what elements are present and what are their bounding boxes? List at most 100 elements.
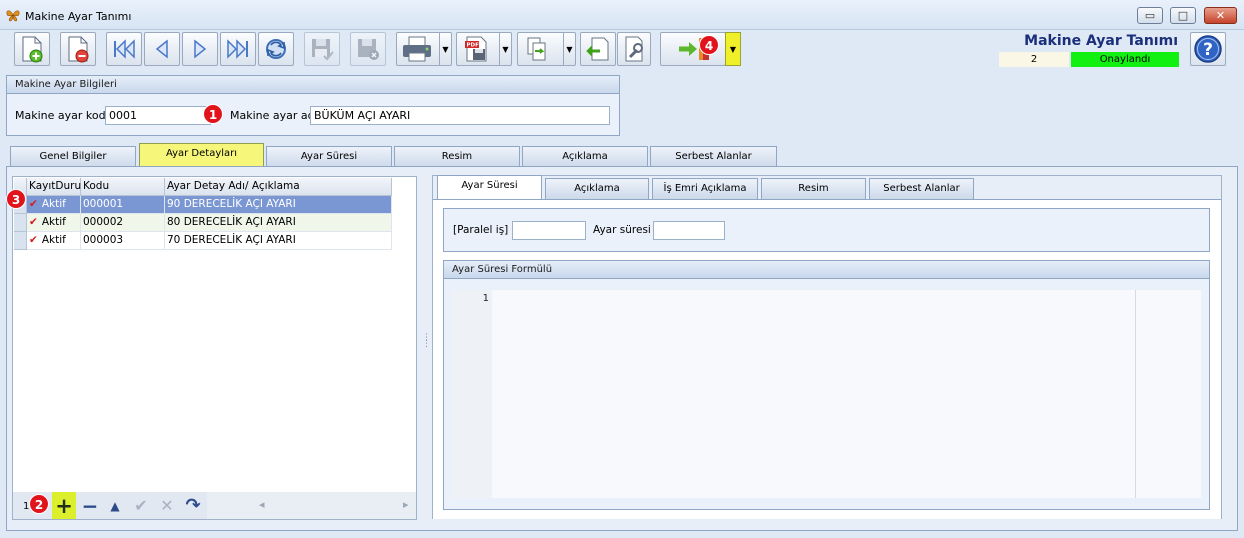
- delete-button[interactable]: [60, 32, 96, 66]
- help-button[interactable]: ?: [1190, 32, 1226, 66]
- horizontal-scrollbar[interactable]: ◂ ▸: [207, 492, 416, 519]
- callout-marker: 3: [6, 189, 26, 209]
- butterfly-app-icon: [6, 8, 20, 22]
- parallel-label: [Paralel iş]: [453, 224, 509, 236]
- name-label: Makine ayar adı: [230, 109, 318, 122]
- tab-setting-duration[interactable]: Ayar Süresi: [266, 146, 392, 167]
- tab-general-info[interactable]: Genel Bilgiler: [10, 146, 136, 167]
- editor-margin-line: [1135, 290, 1136, 498]
- record-count: 2: [999, 52, 1069, 67]
- tab-detail-description[interactable]: Açıklama: [545, 178, 649, 199]
- scroll-left-icon[interactable]: ◂: [259, 498, 265, 511]
- svg-text:PDF: PDF: [467, 43, 480, 49]
- settings-tool-button[interactable]: [617, 32, 651, 66]
- row-code: 000001: [81, 196, 165, 214]
- row-indicator[interactable]: [14, 232, 27, 250]
- cancel-edit-icon[interactable]: ✕: [155, 492, 179, 519]
- maximize-icon: □: [1177, 9, 1189, 22]
- exit-dropdown-arrow[interactable]: ▼: [725, 32, 741, 66]
- row-name: 80 DERECELİK AÇI AYARI: [165, 214, 392, 232]
- row-code: 000003: [81, 232, 165, 250]
- formula-editor[interactable]: [451, 290, 1201, 498]
- refresh-button[interactable]: [258, 32, 294, 66]
- next-record-button[interactable]: [182, 32, 218, 66]
- remove-row-icon[interactable]: −: [78, 492, 102, 519]
- copy-dropdown-arrow[interactable]: ▼: [563, 33, 575, 65]
- last-record-button[interactable]: [220, 32, 256, 66]
- column-header-code[interactable]: Kodu: [81, 178, 165, 196]
- previous-record-button[interactable]: [144, 32, 180, 66]
- maximize-button[interactable]: □: [1170, 7, 1196, 24]
- last-record-icon: [227, 39, 248, 59]
- row-status: Aktif: [41, 216, 66, 228]
- next-record-icon: [194, 39, 207, 59]
- row-status: Aktif: [41, 234, 66, 246]
- add-row-icon[interactable]: +: [52, 492, 76, 519]
- tab-image[interactable]: Resim: [394, 146, 520, 167]
- save-button[interactable]: [304, 32, 340, 66]
- tab-detail-work-order[interactable]: İş Emri Açıklama: [652, 178, 758, 199]
- scroll-right-icon[interactable]: ▸: [403, 498, 409, 511]
- previous-record-icon: [155, 39, 168, 59]
- move-up-icon[interactable]: ▲: [103, 492, 127, 519]
- row-name: 90 DERECELİK AÇI AYARI: [165, 196, 392, 214]
- new-document-icon: [22, 36, 43, 63]
- column-header-status[interactable]: KayıtDurumu: [27, 178, 98, 196]
- table-row[interactable]: ✔ Aktif 000001 90 DERECELİK AÇI AYARI: [14, 196, 392, 214]
- row-code: 000002: [81, 214, 165, 232]
- column-header-name[interactable]: Ayar Detay Adı/ Açıklama: [165, 178, 392, 196]
- duration-input[interactable]: [653, 221, 725, 240]
- first-record-button[interactable]: [106, 32, 142, 66]
- tab-detail-free-fields[interactable]: Serbest Alanlar: [869, 178, 974, 199]
- save-and-delete-button[interactable]: [350, 32, 386, 66]
- print-button[interactable]: ▼: [396, 32, 452, 66]
- table-row[interactable]: ✔ Aktif 000003 70 DERECELİK AÇI AYARI: [14, 232, 392, 250]
- title-bar: [0, 0, 1244, 30]
- window-title: Makine Ayar Tanımı: [25, 10, 132, 23]
- close-button[interactable]: ✕: [1204, 7, 1237, 24]
- redo-icon[interactable]: ↷: [181, 492, 205, 519]
- row-indicator[interactable]: [14, 214, 27, 232]
- delete-document-icon: [68, 36, 89, 63]
- minimize-button[interactable]: ▭: [1137, 7, 1163, 24]
- new-button[interactable]: [14, 32, 50, 66]
- table-row[interactable]: ✔ Aktif 000002 80 DERECELİK AÇI AYARI: [14, 214, 392, 232]
- callout-marker: 1: [203, 104, 223, 124]
- code-label: Makine ayar kodu: [15, 109, 113, 122]
- refresh-icon: [266, 39, 286, 59]
- callout-marker: 2: [29, 494, 49, 514]
- copy-icon: [527, 37, 546, 61]
- line-number: 1: [482, 293, 489, 304]
- parallel-input[interactable]: [512, 221, 586, 240]
- save-icon: [312, 39, 334, 61]
- pdf-export-button[interactable]: PDF ▼: [456, 32, 512, 66]
- pdf-export-icon: PDF: [465, 36, 487, 62]
- code-input[interactable]: 0001: [105, 106, 211, 125]
- tab-free-fields[interactable]: Serbest Alanlar: [650, 146, 777, 167]
- row-name: 70 DERECELİK AÇI AYARI: [165, 232, 392, 250]
- splitter-handle[interactable]: ⋮ ⋮: [422, 334, 431, 359]
- pdf-dropdown-arrow[interactable]: ▼: [499, 33, 511, 65]
- name-input[interactable]: BÜKÜM AÇI AYARI: [310, 106, 610, 125]
- tab-detail-image[interactable]: Resim: [761, 178, 866, 199]
- save-delete-icon: [358, 39, 379, 60]
- settings-tool-icon: [625, 36, 643, 62]
- copy-button[interactable]: ▼: [517, 32, 576, 66]
- svg-text:?: ?: [1203, 40, 1213, 60]
- accept-icon[interactable]: ✔: [129, 492, 153, 519]
- formula-group-title: Ayar Süresi Formülü: [444, 261, 1209, 279]
- row-status: Aktif: [41, 198, 66, 210]
- print-dropdown-arrow[interactable]: ▼: [439, 33, 451, 65]
- callout-marker: 4: [699, 35, 719, 55]
- tab-setting-details[interactable]: Ayar Detayları: [139, 143, 264, 167]
- close-icon: ✕: [1215, 9, 1226, 22]
- tab-detail-duration[interactable]: Ayar Süresi: [437, 175, 542, 200]
- import-button[interactable]: [580, 32, 616, 66]
- status-badge: Onaylandı: [1071, 52, 1179, 67]
- check-icon: ✔: [29, 234, 38, 246]
- check-icon: ✔: [29, 198, 38, 210]
- import-icon: [586, 37, 609, 61]
- header-title: Makine Ayar Tanımı: [1024, 33, 1178, 49]
- check-icon: ✔: [29, 216, 38, 228]
- tab-description[interactable]: Açıklama: [522, 146, 648, 167]
